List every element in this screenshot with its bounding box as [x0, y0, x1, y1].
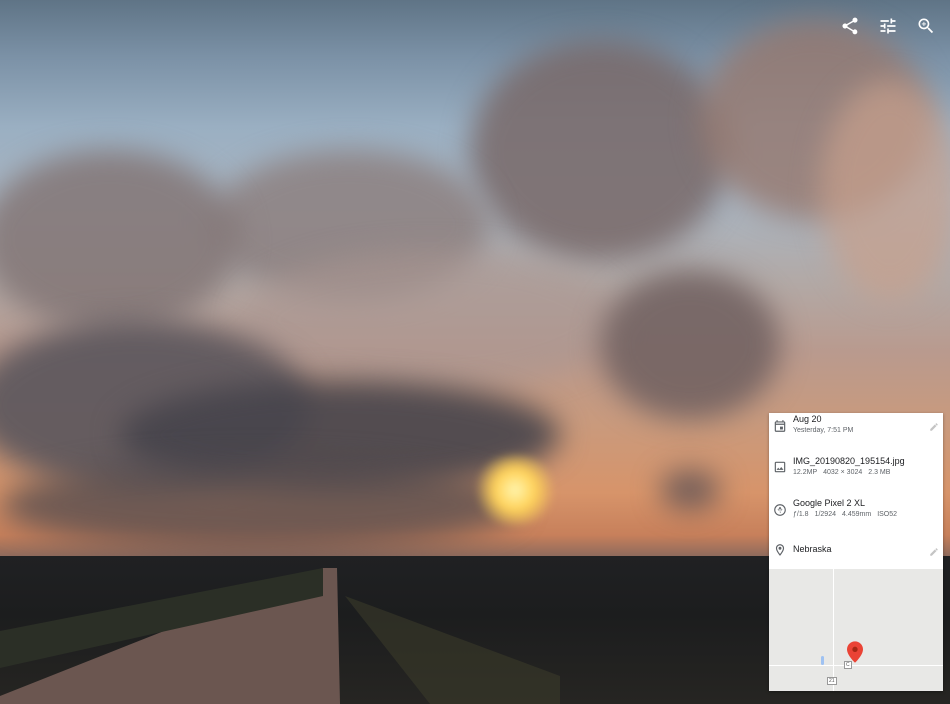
- cloud: [240, 250, 620, 390]
- sun: [470, 455, 560, 525]
- map-route-label: 21: [827, 677, 837, 685]
- cloud: [600, 270, 780, 420]
- map-pin-icon: [847, 641, 863, 663]
- aperture-icon: [773, 503, 787, 517]
- photo-time: Yesterday, 7:51 PM: [793, 427, 854, 434]
- map-road: [833, 569, 834, 691]
- location-row[interactable]: Nebraska: [769, 539, 943, 561]
- file-resolution: 4032 × 3024: [823, 469, 863, 476]
- camera-settings: ƒ/1.8 1/2924 4.459mm ISO52: [793, 511, 903, 518]
- camera-row: Google Pixel 2 XL ƒ/1.8 1/2924 4.459mm ISO5…: [769, 495, 943, 525]
- camera-iso: ISO52: [877, 511, 898, 518]
- map-water: [821, 656, 824, 665]
- edit-location-icon[interactable]: [929, 544, 939, 556]
- file-size: 2.3 MB: [868, 469, 891, 476]
- date-row[interactable]: Aug 20 Yesterday, 7:51 PM: [769, 413, 943, 447]
- file-name: IMG_20190820_195154.jpg: [793, 456, 905, 466]
- cloud: [660, 470, 720, 510]
- cloud: [0, 150, 240, 330]
- location-map[interactable]: C 21: [769, 569, 943, 691]
- image-icon: [773, 460, 787, 474]
- location-pin-icon: [773, 543, 787, 557]
- cloud: [470, 40, 730, 260]
- map-road: [769, 665, 943, 666]
- camera-focal-length: 4.459mm: [842, 511, 872, 518]
- map-route-label: C: [844, 661, 852, 669]
- cloud: [0, 460, 520, 550]
- calendar-icon: [773, 419, 787, 433]
- file-row: IMG_20190820_195154.jpg 12.2MP 4032 × 302…: [769, 453, 943, 483]
- zoom-in-icon[interactable]: [912, 12, 940, 40]
- camera-shutter: 1/2924: [814, 511, 836, 518]
- photo-date: Aug 20: [793, 414, 822, 424]
- camera-aperture: ƒ/1.8: [793, 511, 809, 518]
- file-megapixels: 12.2MP: [793, 469, 818, 476]
- tune-icon[interactable]: [874, 12, 902, 40]
- edit-date-icon[interactable]: [929, 419, 939, 431]
- share-icon[interactable]: [836, 12, 864, 40]
- file-details: 12.2MP 4032 × 3024 2.3 MB: [793, 469, 896, 476]
- cloud: [820, 80, 950, 300]
- info-panel: Aug 20 Yesterday, 7:51 PM IMG_20190820_1…: [769, 413, 943, 691]
- camera-model: Google Pixel 2 XL: [793, 498, 866, 508]
- top-toolbar: [836, 12, 940, 40]
- location-name: Nebraska: [793, 544, 832, 554]
